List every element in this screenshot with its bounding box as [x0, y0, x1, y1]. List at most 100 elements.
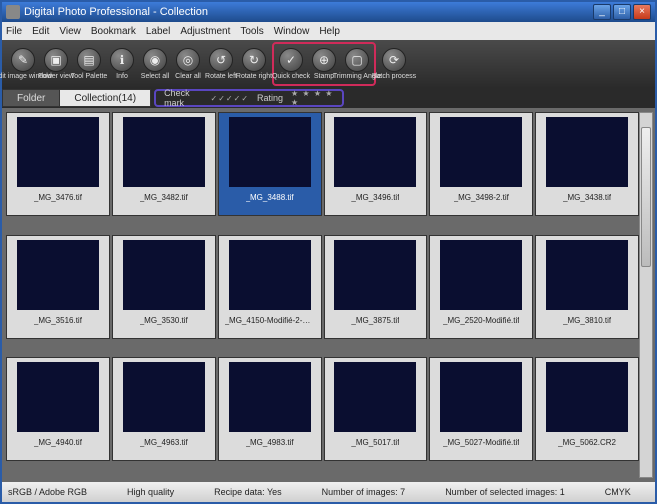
thumbnail-item[interactable]: _MG_3488.tif	[218, 112, 322, 216]
minimize-button[interactable]: _	[593, 4, 611, 20]
menu-tools[interactable]: Tools	[240, 26, 263, 37]
thumbnail-filename: _MG_4983.tif	[246, 438, 294, 447]
thumbnail-image	[229, 362, 311, 432]
rotate-left-button[interactable]: ↺Rotate left	[206, 46, 236, 82]
folder-view-icon: ▣	[44, 48, 68, 72]
info-button[interactable]: ℹInfo	[107, 46, 137, 82]
status-recipe: Recipe data: Yes	[214, 487, 282, 497]
thumbnail-image	[334, 117, 416, 187]
tab-collection[interactable]: Collection(14)	[59, 89, 151, 107]
thumbnail-item[interactable]: _MG_3438.tif	[535, 112, 639, 216]
rotate-right-button[interactable]: ↻Rotate right	[239, 46, 269, 82]
thumbnail-image	[229, 117, 311, 187]
thumbnail-item[interactable]: _MG_5062.CR2	[535, 357, 639, 461]
thumbnail-filename: _MG_3516.tif	[34, 316, 82, 325]
quick-check-icon: ✓	[279, 48, 303, 72]
thumbnail-filename: _MG_2520-Modifié.tif	[443, 316, 519, 325]
thumbnail-image	[123, 362, 205, 432]
toolbar-label: Info	[116, 73, 128, 80]
menubar: File Edit View Bookmark Label Adjustment Tools…	[2, 22, 655, 40]
thumbnail-image	[334, 362, 416, 432]
tab-folder[interactable]: Folder	[2, 89, 60, 107]
thumbnail-filename: _MG_4150-Modifié-2-M...	[225, 316, 315, 325]
thumbnail-image	[440, 240, 522, 310]
menu-view[interactable]: View	[59, 26, 81, 37]
thumbnail-filename: _MG_3482.tif	[140, 193, 188, 202]
trimming-angle-icon: ▢	[345, 48, 369, 72]
clear-all-icon: ◎	[176, 48, 200, 72]
close-button[interactable]: ×	[633, 4, 651, 20]
rating-filter-bar: Check mark ✓✓✓✓✓ Rating ★ ★ ★ ★ ★	[154, 89, 344, 107]
status-cmyk: CMYK	[605, 487, 631, 497]
thumbnail-item[interactable]: _MG_3496.tif	[324, 112, 428, 216]
app-window: Digital Photo Professional - Collection …	[0, 0, 657, 504]
thumbnail-filename: _MG_5027-Modifié.tif	[443, 438, 519, 447]
clear-all-button[interactable]: ◎Clear all	[173, 46, 203, 82]
thumbnail-item[interactable]: _MG_4150-Modifié-2-M...	[218, 235, 322, 339]
checkmark-icons[interactable]: ✓✓✓✓✓	[211, 94, 250, 103]
status-selected-count: Number of selected images: 1	[445, 487, 565, 497]
thumbnail-item[interactable]: _MG_3810.tif	[535, 235, 639, 339]
status-image-count: Number of images: 7	[322, 487, 406, 497]
rating-stars[interactable]: ★ ★ ★ ★ ★	[291, 89, 334, 107]
select-all-icon: ◉	[143, 48, 167, 72]
folder-view-button[interactable]: ▣Folder view	[41, 46, 71, 82]
thumbnail-filename: _MG_4963.tif	[140, 438, 188, 447]
menu-window[interactable]: Window	[274, 26, 310, 37]
thumbnail-image	[546, 240, 628, 310]
thumbnail-item[interactable]: _MG_3482.tif	[112, 112, 216, 216]
trimming-angle-button[interactable]: ▢Trimming Angle	[342, 46, 372, 82]
thumbnail-filename: _MG_3438.tif	[563, 193, 611, 202]
thumbnail-filename: _MG_3875.tif	[351, 316, 399, 325]
thumbnail-item[interactable]: _MG_3530.tif	[112, 235, 216, 339]
status-colorspace: sRGB / Adobe RGB	[8, 487, 87, 497]
thumbnail-image	[123, 240, 205, 310]
toolbar-label: Folder view	[38, 73, 74, 80]
thumbnail-image	[440, 362, 522, 432]
thumbnail-item[interactable]: _MG_2520-Modifié.tif	[429, 235, 533, 339]
thumbnail-image	[123, 117, 205, 187]
thumbnail-item[interactable]: _MG_4983.tif	[218, 357, 322, 461]
thumbnail-item[interactable]: _MG_4940.tif	[6, 357, 110, 461]
thumbnail-image	[334, 240, 416, 310]
thumbnail-filename: _MG_3810.tif	[563, 316, 611, 325]
thumbnail-filename: _MG_4940.tif	[34, 438, 82, 447]
titlebar: Digital Photo Professional - Collection …	[2, 2, 655, 22]
menu-bookmark[interactable]: Bookmark	[91, 26, 136, 37]
menu-help[interactable]: Help	[319, 26, 340, 37]
toolbar-label: Rotate left	[205, 73, 237, 80]
thumbnail-pane: _MG_3476.tif_MG_3482.tif_MG_3488.tif_MG_…	[2, 108, 655, 482]
thumbnail-filename: _MG_5062.CR2	[558, 438, 616, 447]
thumbnail-image	[546, 362, 628, 432]
thumbnail-image	[17, 240, 99, 310]
thumbnail-image	[17, 117, 99, 187]
thumbnail-item[interactable]: _MG_3476.tif	[6, 112, 110, 216]
thumbnail-item[interactable]: _MG_4963.tif	[112, 357, 216, 461]
tool-palette-button[interactable]: ▤Tool Palette	[74, 46, 104, 82]
menu-file[interactable]: File	[6, 26, 22, 37]
select-all-button[interactable]: ◉Select all	[140, 46, 170, 82]
quick-check-button[interactable]: ✓Quick check	[276, 46, 306, 82]
toolbar-label: Quick check	[272, 73, 310, 80]
menu-adjustment[interactable]: Adjustment	[180, 26, 230, 37]
thumbnail-filename: _MG_3496.tif	[351, 193, 399, 202]
thumbnail-item[interactable]: _MG_5017.tif	[324, 357, 428, 461]
toolbar: ✎Edit image window▣Folder view▤Tool Pale…	[2, 40, 655, 88]
scrollbar-handle[interactable]	[641, 127, 651, 267]
thumbnail-item[interactable]: _MG_3516.tif	[6, 235, 110, 339]
info-icon: ℹ	[110, 48, 134, 72]
thumbnail-item[interactable]: _MG_3875.tif	[324, 235, 428, 339]
batch-process-button[interactable]: ⟳Batch process	[379, 46, 409, 82]
toolbar-label: Batch process	[372, 73, 416, 80]
tool-palette-icon: ▤	[77, 48, 101, 72]
edit-image-window-button[interactable]: ✎Edit image window	[8, 46, 38, 82]
rotate-right-icon: ↻	[242, 48, 266, 72]
menu-label[interactable]: Label	[146, 26, 170, 37]
toolbar-label: Clear all	[175, 73, 201, 80]
menu-edit[interactable]: Edit	[32, 26, 49, 37]
scrollbar[interactable]	[639, 112, 653, 478]
thumbnail-image	[546, 117, 628, 187]
thumbnail-item[interactable]: _MG_3498-2.tif	[429, 112, 533, 216]
maximize-button[interactable]: □	[613, 4, 631, 20]
thumbnail-item[interactable]: _MG_5027-Modifié.tif	[429, 357, 533, 461]
